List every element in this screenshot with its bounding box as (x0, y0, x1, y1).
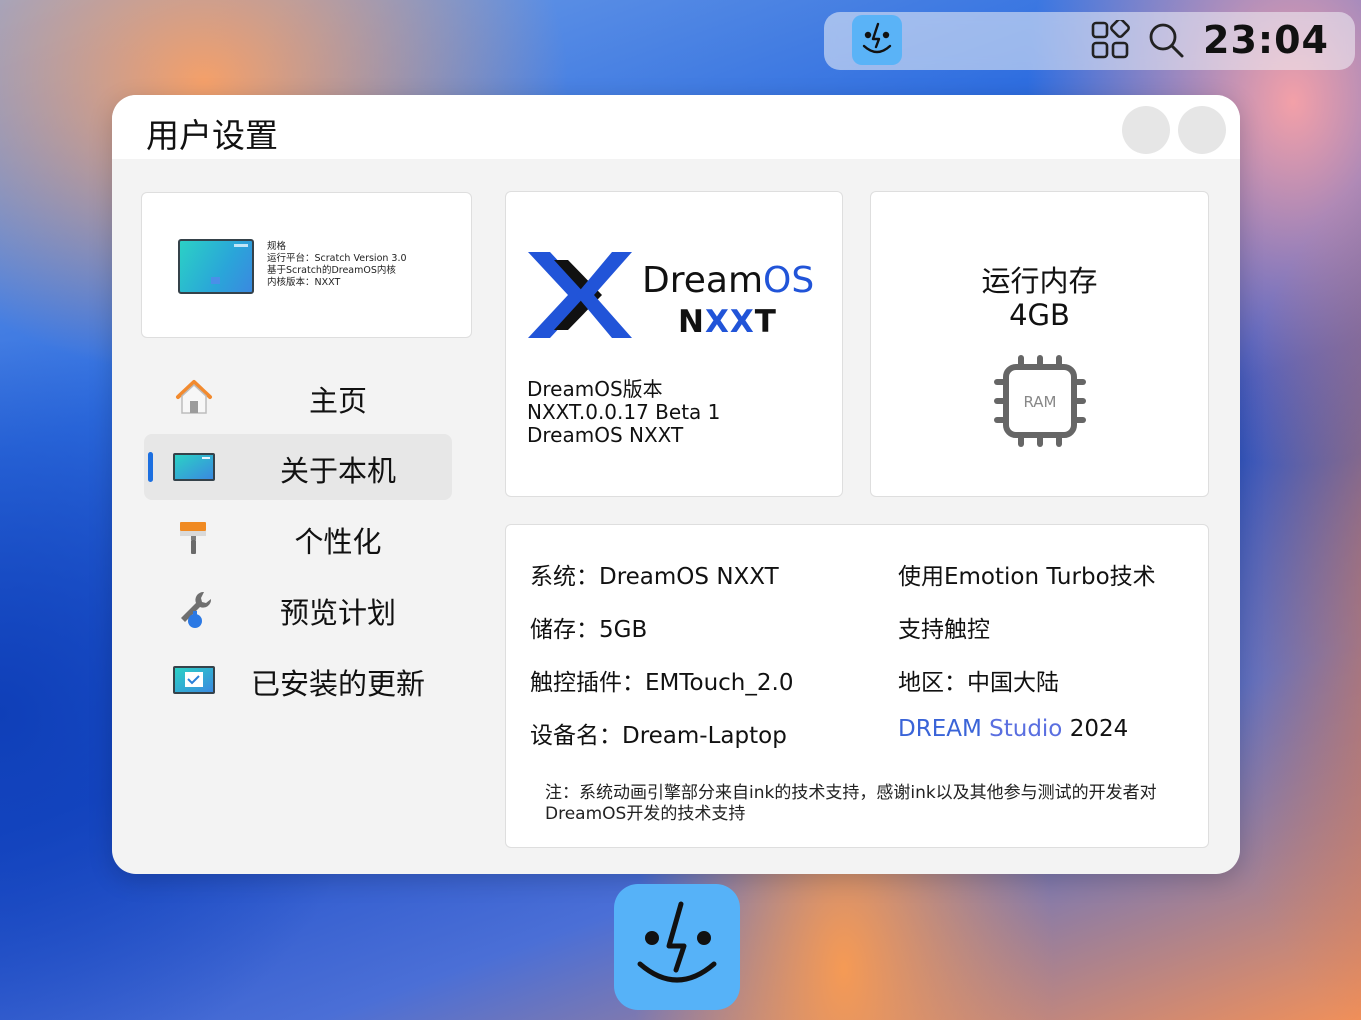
active-indicator (148, 452, 153, 482)
info-system: 系统：DreamOS NXXT (530, 564, 779, 590)
paintbrush-icon (172, 516, 216, 560)
ram-info: 运行内存 4GB (981, 264, 1098, 332)
info-emotion-turbo: 使用Emotion Turbo技术 (898, 564, 1156, 590)
credits-note: 注：系统动画引擎部分来自ink的技术支持，感谢ink以及其他参与测试的开发者对D… (545, 783, 1157, 824)
apps-grid-icon[interactable] (1090, 20, 1130, 60)
device-icon (172, 445, 216, 489)
home-icon (172, 375, 216, 419)
sidebar-item-preview-program[interactable]: 预览计划 (144, 576, 452, 642)
info-device-name: 设备名：Dream-Laptop (530, 723, 787, 749)
sidebar-item-label: 个性化 (294, 525, 382, 559)
sidebar-item-personalize[interactable]: 个性化 (144, 505, 452, 571)
finder-icon[interactable] (852, 15, 902, 65)
dreamos-logo-card: DreamOS NXXT DreamOS版本 NXXT.0.0.17 Beta … (505, 191, 843, 497)
top-status-bar: 23:04 (824, 12, 1355, 70)
window-title: 用户设置 (146, 116, 278, 155)
info-storage: 储存：5GB (530, 617, 648, 643)
sidebar-item-label: 主页 (308, 384, 367, 418)
device-summary-card: 规格 运行平台：Scratch Version 3.0 基于Scratch的Dr… (141, 192, 472, 338)
dock-finder-icon[interactable] (614, 884, 740, 1010)
sidebar-item-about[interactable]: 关于本机 (144, 434, 452, 500)
system-info-card: 系统：DreamOS NXXT 储存：5GB 触控插件：EMTouch_2.0 … (505, 524, 1209, 848)
studio-brand: DREAM Studio 2024 (898, 716, 1129, 742)
sidebar-item-label: 预览计划 (279, 596, 396, 630)
device-thumbnail-icon (178, 239, 254, 294)
device-summary-text: 规格 运行平台：Scratch Version 3.0 基于Scratch的Dr… (267, 241, 407, 288)
dreamos-logo-icon (528, 252, 632, 338)
settings-window: 用户设置 规格 运行平台：Scratch Version 3.0 基于Scrat… (112, 95, 1240, 874)
sidebar-item-label: 已安装的更新 (250, 667, 425, 701)
ram-card: 运行内存 4GB RAM (870, 191, 1209, 497)
version-info: DreamOS版本 NXXT.0.0.17 Beta 1 DreamOS NXX… (527, 377, 721, 447)
sidebar-item-home[interactable]: 主页 (144, 364, 452, 430)
close-button[interactable] (1178, 106, 1226, 154)
update-icon (172, 658, 216, 702)
clock: 23:04 (1203, 18, 1329, 62)
info-touch-plugin: 触控插件：EMTouch_2.0 (530, 670, 794, 696)
product-name: NXXT (678, 304, 777, 340)
search-icon[interactable] (1146, 20, 1186, 60)
sidebar-item-installed-updates[interactable]: 已安装的更新 (144, 647, 452, 713)
brand-name: DreamOS (642, 260, 815, 301)
sidebar-item-label: 关于本机 (279, 454, 396, 488)
window-titlebar[interactable]: 用户设置 (112, 95, 1240, 159)
svg-text:RAM: RAM (1023, 393, 1056, 411)
minimize-button[interactable] (1122, 106, 1170, 154)
info-region: 地区：中国大陆 (898, 670, 1059, 696)
wrench-icon (172, 587, 216, 631)
info-touch-support: 支持触控 (898, 617, 990, 643)
ram-chip-icon: RAM (993, 354, 1087, 448)
